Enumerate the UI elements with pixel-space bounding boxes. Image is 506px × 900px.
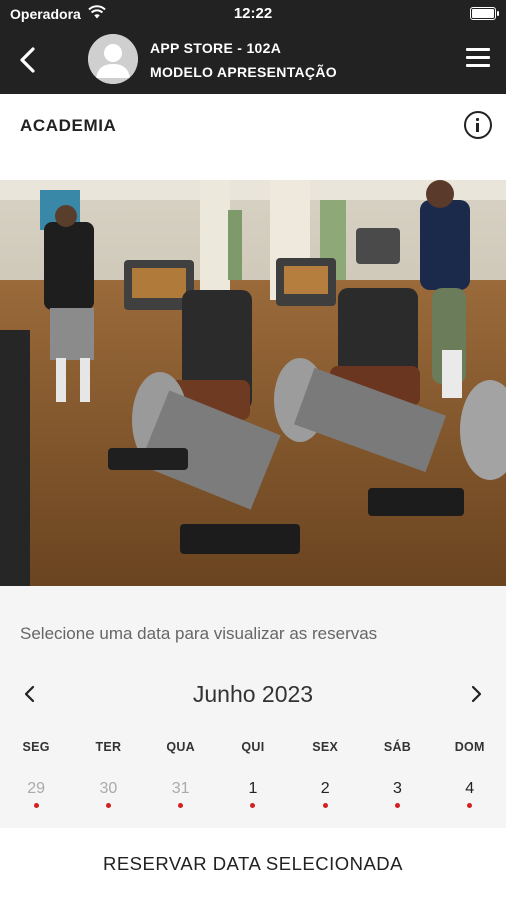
day-number: 29 [27, 780, 46, 797]
day-number: 31 [171, 780, 190, 797]
reservation-dot [467, 803, 473, 808]
header-subtitle: MODELO APRESENTAÇÃO [150, 64, 337, 80]
app-header: APP STORE - 102A MODELO APRESENTAÇÃO [0, 28, 506, 94]
calendar-day[interactable]: 1 [217, 780, 289, 814]
calendar-day[interactable]: 2 [289, 780, 361, 814]
hamburger-menu-icon[interactable] [466, 48, 492, 70]
calendar-day[interactable]: 31 [145, 780, 217, 814]
calendar-month-title: Junho 2023 [192, 681, 314, 707]
calendar: Selecione uma data para visualizar as re… [0, 586, 506, 828]
page-title: ACADEMIA [20, 116, 117, 135]
clock: 12:22 [233, 5, 273, 22]
calendar-day[interactable]: 30 [72, 780, 144, 814]
weekday-label: QUA [166, 740, 195, 754]
reservation-dot [250, 803, 256, 808]
day-number: 3 [393, 780, 402, 797]
day-number: 2 [320, 780, 330, 797]
calendar-day[interactable]: 3 [361, 780, 433, 814]
weekday-label: SEX [312, 740, 339, 754]
calendar-days: 29 30 31 1 2 3 4 [0, 780, 506, 814]
calendar-weekdays: SEG TER QUA QUI SEX SÁB DOM [0, 740, 506, 760]
reservation-dot [105, 803, 111, 808]
calendar-instruction: Selecione uma data para visualizar as re… [20, 624, 378, 643]
weekday-label: SÁB [383, 740, 412, 754]
reserve-selected-date-button[interactable]: RESERVAR DATA SELECIONADA [0, 828, 506, 900]
weekday-label: DOM [454, 740, 485, 754]
section-bar: ACADEMIA [0, 94, 506, 180]
weekday-label: SEG [22, 740, 50, 754]
avatar-icon[interactable] [88, 34, 138, 84]
reservation-dot [178, 803, 184, 808]
reservation-dot [394, 803, 400, 808]
gym-photo [0, 180, 506, 586]
header-title: APP STORE - 102A [150, 40, 282, 56]
battery-icon [470, 7, 499, 20]
weekday-label: QUI [241, 740, 265, 754]
day-number: 4 [465, 780, 475, 797]
weekday-label: TER [95, 740, 122, 754]
reservation-dot [33, 803, 39, 808]
calendar-day[interactable]: 4 [434, 780, 506, 814]
day-number: 30 [99, 780, 118, 797]
reservation-dot [322, 803, 328, 808]
status-bar: Operadora 12:22 [0, 0, 506, 28]
day-number: 1 [248, 780, 258, 797]
info-icon[interactable] [464, 111, 492, 139]
calendar-day[interactable]: 29 [0, 780, 72, 814]
chevron-left-icon[interactable] [14, 44, 42, 76]
chevron-right-icon[interactable] [466, 682, 486, 706]
